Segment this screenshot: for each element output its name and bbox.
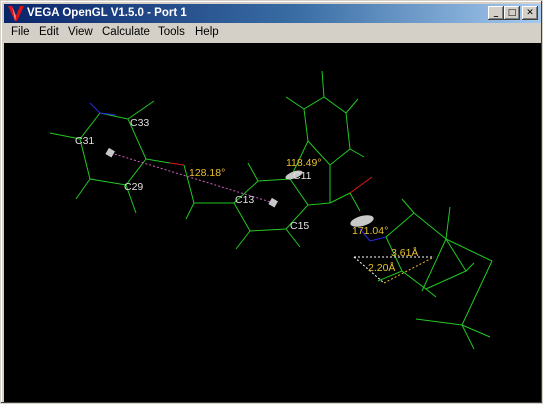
left-ring (49, 100, 171, 214)
menu-bar: File Edit View Calculate Tools Help (4, 23, 541, 42)
atom-label: C31 (75, 135, 94, 147)
oxygen-bond (349, 176, 373, 194)
selection-marker (105, 147, 115, 158)
measurement-label: 2.20Å (368, 261, 395, 274)
application-window: VEGA OpenGL V1.5.0 - Port 1 _ □ ✕ File E… (0, 0, 543, 404)
nitrogen-bond (89, 102, 101, 114)
measurement-label: 171.04° (352, 225, 388, 237)
central-ring (233, 162, 331, 250)
menu-file[interactable]: File (11, 26, 30, 38)
measurement-label: 118.49° (286, 157, 322, 169)
atom-label: C11 (293, 170, 312, 182)
molecule-canvas[interactable]: C31 C33 C29 C13 C11 C15 128.18° 118.49° … (4, 43, 541, 402)
atom-label: C13 (235, 194, 254, 206)
measurement-label: 3.61Å (391, 246, 418, 259)
close-button[interactable]: ✕ (522, 6, 538, 20)
menu-calculate[interactable]: Calculate (102, 26, 150, 38)
menu-tools[interactable]: Tools (158, 26, 185, 38)
title-bar[interactable]: VEGA OpenGL V1.5.0 - Port 1 _ □ ✕ (4, 4, 541, 23)
atom-label: C29 (124, 181, 143, 193)
minimize-button[interactable]: _ (488, 6, 504, 20)
atom-label: C33 (130, 117, 149, 129)
phenyl-ring (285, 70, 365, 203)
bicyclic-cage (377, 198, 493, 350)
measurement-label: 128.18° (189, 167, 225, 179)
carbon-bond (349, 192, 361, 212)
vega-logo-icon (8, 6, 24, 21)
atom-label: C15 (290, 220, 309, 232)
menu-edit[interactable]: Edit (39, 26, 59, 38)
window-title: VEGA OpenGL V1.5.0 - Port 1 (27, 7, 187, 19)
menu-help[interactable]: Help (195, 26, 219, 38)
oxygen-bond (169, 162, 185, 166)
maximize-button[interactable]: □ (504, 6, 520, 20)
menu-view[interactable]: View (68, 26, 93, 38)
selection-marker (268, 197, 278, 208)
molecule-viewport[interactable]: C31 C33 C29 C13 C11 C15 128.18° 118.49° … (4, 43, 541, 402)
nitrogen-bond (369, 236, 387, 242)
carbon-bond (329, 192, 351, 204)
